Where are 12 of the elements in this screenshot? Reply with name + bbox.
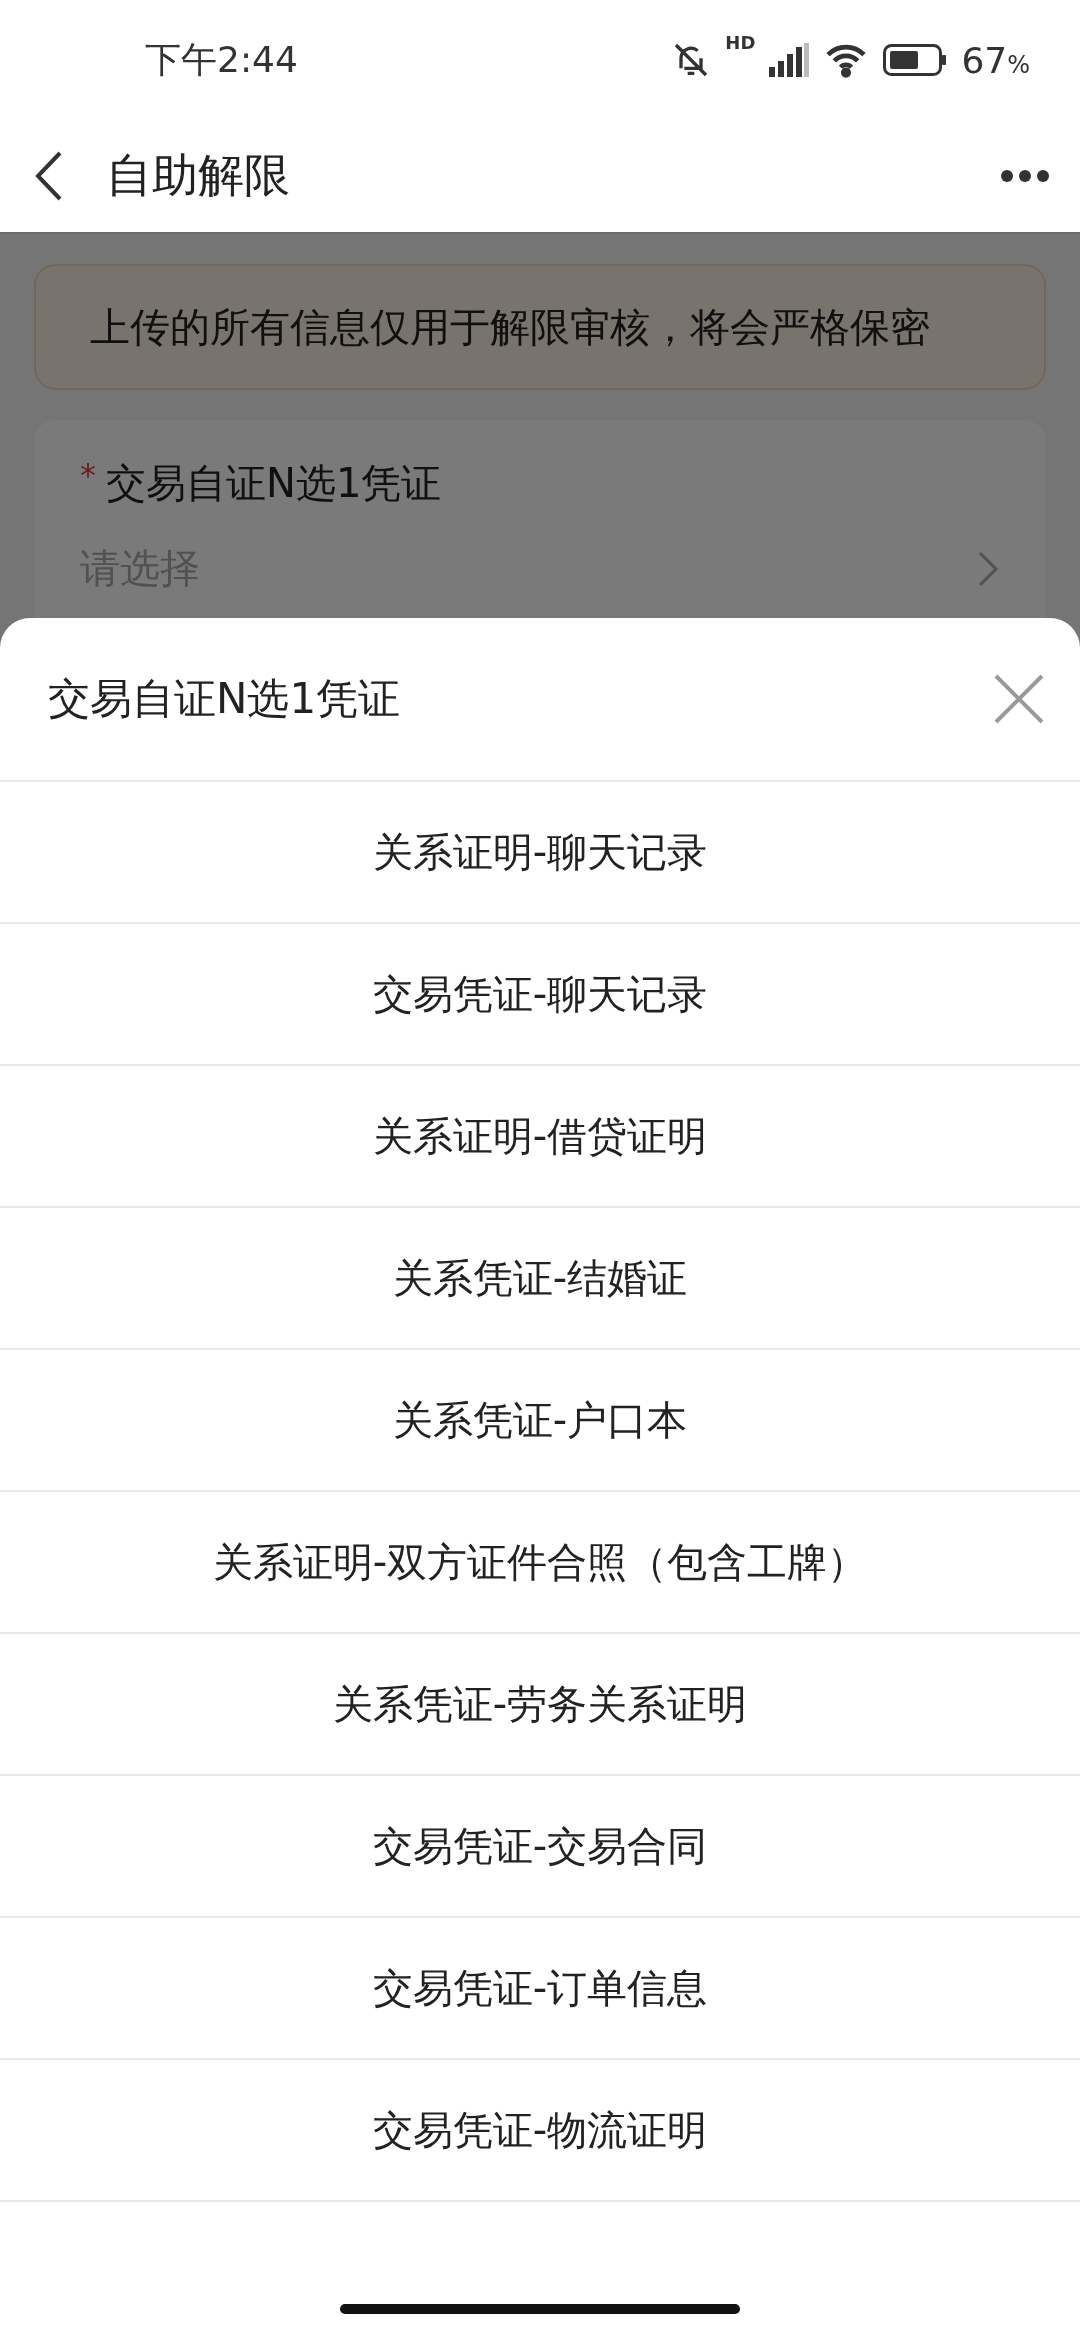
battery-level: 67% bbox=[961, 39, 1030, 81]
required-mark: * bbox=[80, 456, 96, 494]
status-time: 下午2:44 bbox=[145, 37, 299, 82]
close-button[interactable] bbox=[992, 672, 1046, 726]
battery-icon bbox=[883, 44, 948, 76]
page-title: 自助解限 bbox=[106, 147, 291, 204]
more-icon[interactable] bbox=[1000, 169, 1050, 183]
network-type: HD bbox=[725, 31, 756, 53]
privacy-notice: 上传的所有信息仅用于解限审核，将会严格保密 bbox=[34, 264, 1046, 390]
field-label: 交易自证N选1凭证 bbox=[106, 459, 442, 508]
sheet-title: 交易自证N选1凭证 bbox=[48, 673, 401, 725]
signal-icon bbox=[769, 43, 810, 77]
